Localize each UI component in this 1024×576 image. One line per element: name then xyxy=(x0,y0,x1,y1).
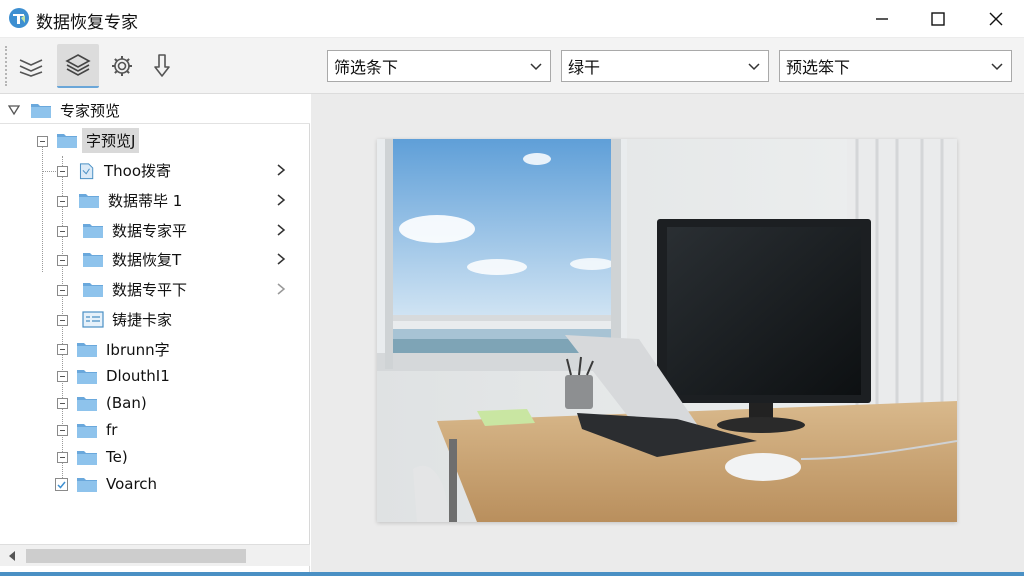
expand-toggle[interactable] xyxy=(57,371,68,382)
gear-icon xyxy=(112,56,132,76)
expand-toggle[interactable] xyxy=(57,255,68,266)
tree-item[interactable]: 数据专平下 xyxy=(82,275,300,303)
tree-item-label: fr xyxy=(106,421,118,439)
tree-panel: 专家预览 字预览J Thoo拨寄 数据蒂毕 1 数据专家平 数据恢复T 数据专平… xyxy=(0,94,310,576)
tree-item-label: 数据专平下 xyxy=(112,280,188,299)
tree-item-label: 数据恢复T xyxy=(112,250,182,269)
preview-panel xyxy=(311,94,1024,576)
folder-icon xyxy=(77,396,97,411)
preset-dropdown[interactable]: 预选笨下 xyxy=(779,50,1012,82)
tree-root-item[interactable]: 专家预览 xyxy=(8,96,124,124)
tree-item[interactable]: Te) xyxy=(76,443,132,471)
layers-icon xyxy=(65,54,91,76)
folder-icon xyxy=(57,133,77,148)
filter-dropdown[interactable]: 筛选条下 xyxy=(327,50,551,82)
expand-toggle[interactable] xyxy=(57,226,68,237)
download-button[interactable] xyxy=(141,44,183,88)
toolbar: 筛选条下 绿干 预选笨下 xyxy=(0,38,1024,94)
tree-item[interactable]: Thoo拨寄 xyxy=(78,156,300,184)
tree-item-label: (Ban) xyxy=(106,394,147,412)
tree-item[interactable]: 数据专家平 xyxy=(82,216,300,244)
category-dropdown-value: 绿干 xyxy=(568,58,601,77)
tree-item[interactable]: (Ban) xyxy=(76,389,151,417)
maximize-button[interactable] xyxy=(910,0,966,38)
waves-icon xyxy=(19,59,43,77)
folder-icon xyxy=(83,223,103,238)
layers-stack-button[interactable] xyxy=(10,44,52,88)
preset-dropdown-value: 预选笨下 xyxy=(786,58,851,77)
expand-toggle[interactable] xyxy=(57,285,68,296)
close-button[interactable] xyxy=(968,0,1024,38)
tree-item[interactable]: 铸捷卡家 xyxy=(82,305,176,333)
chevron-down-icon xyxy=(991,63,1003,71)
preview-photo xyxy=(377,139,957,522)
toolbar-grip xyxy=(5,46,7,86)
expand-toggle[interactable] xyxy=(57,166,68,177)
bottom-accent-bar xyxy=(0,572,1024,576)
tree-item-label: 铸捷卡家 xyxy=(112,310,173,329)
tree-child-label: 字预览J xyxy=(82,127,140,153)
folder-icon xyxy=(77,450,97,465)
checkbox-checked-icon[interactable] xyxy=(55,478,68,491)
folder-icon xyxy=(83,282,103,297)
maximize-icon xyxy=(931,12,945,26)
tree-item-label: Voarch xyxy=(106,475,158,493)
folder-icon xyxy=(83,252,103,267)
folder-icon xyxy=(31,103,51,118)
category-dropdown[interactable]: 绿干 xyxy=(561,50,769,82)
tree-item[interactable]: 数据蒂毕 1 xyxy=(78,186,300,214)
tree-item[interactable]: 数据恢复T xyxy=(82,245,300,273)
scrollbar-thumb[interactable] xyxy=(26,549,246,563)
folder-icon xyxy=(77,423,97,438)
tree-item[interactable]: DlouthI1 xyxy=(76,362,174,390)
filter-dropdown-value: 筛选条下 xyxy=(334,58,399,77)
minimize-icon xyxy=(876,18,888,20)
collapse-triangle-icon[interactable] xyxy=(8,104,20,116)
expand-toggle[interactable] xyxy=(57,425,68,436)
scroll-left-icon[interactable] xyxy=(8,551,16,561)
expand-toggle[interactable] xyxy=(57,315,68,326)
tree-connector xyxy=(42,146,43,272)
folder-icon xyxy=(79,193,99,208)
arrow-down-icon xyxy=(154,54,170,77)
app-logo-icon xyxy=(9,8,29,28)
chevron-right-icon xyxy=(277,253,286,265)
tree-item-label: Thoo拨寄 xyxy=(104,161,172,180)
tree-child-item[interactable]: 字预览J xyxy=(56,126,140,154)
chevron-down-icon xyxy=(748,63,760,71)
tree-item-label: Ibrunn字 xyxy=(106,340,170,359)
expand-toggle[interactable] xyxy=(57,452,68,463)
layers-button[interactable] xyxy=(57,44,99,88)
doc-icon xyxy=(79,163,94,180)
expand-toggle[interactable] xyxy=(57,196,68,207)
expand-toggle[interactable] xyxy=(37,136,48,147)
tree-item-label: 数据蒂毕 1 xyxy=(108,191,183,210)
chevron-down-icon xyxy=(530,63,542,71)
folder-icon xyxy=(77,477,97,492)
tree-item[interactable]: Voarch xyxy=(76,470,161,498)
window-title: 数据恢复专家 xyxy=(36,13,138,33)
horizontal-scrollbar[interactable] xyxy=(0,544,310,566)
tree-item-label: DlouthI1 xyxy=(106,367,170,385)
tree-item-label: 数据专家平 xyxy=(112,221,188,240)
tree-item[interactable]: Ibrunn字 xyxy=(76,335,174,363)
tree-item[interactable]: fr xyxy=(76,416,121,444)
tree-connector xyxy=(42,171,56,172)
expand-toggle[interactable] xyxy=(57,344,68,355)
list-icon xyxy=(82,310,104,328)
close-icon xyxy=(989,12,1003,26)
title-bar: 数据恢复专家 xyxy=(0,0,1024,38)
folder-icon xyxy=(77,369,97,384)
chevron-right-icon xyxy=(277,194,286,206)
chevron-right-icon xyxy=(277,224,286,236)
tree-item-label: Te) xyxy=(106,448,128,466)
tree-root-label: 专家预览 xyxy=(60,101,121,120)
chevron-right-icon xyxy=(277,283,286,295)
minimize-button[interactable] xyxy=(854,0,910,38)
folder-icon xyxy=(77,342,97,357)
settings-button[interactable] xyxy=(101,44,143,88)
chevron-right-icon xyxy=(277,164,286,176)
expand-toggle[interactable] xyxy=(57,398,68,409)
